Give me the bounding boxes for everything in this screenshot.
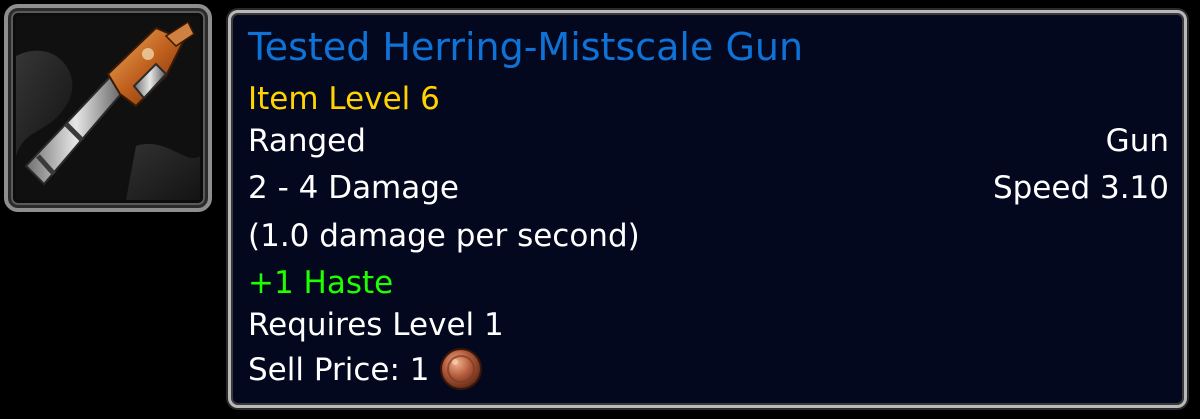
- gun-icon: [16, 16, 200, 200]
- item-tooltip: Tested Herring-Mistscale Gun Item Level …: [228, 10, 1187, 408]
- weapon-speed: Speed 3.10: [992, 170, 1169, 206]
- haste-stat: +1 Haste: [248, 265, 394, 301]
- item-name: Tested Herring-Mistscale Gun: [248, 25, 804, 69]
- item-level: Item Level 6: [248, 81, 440, 117]
- damage-per-second: (1.0 damage per second): [248, 218, 640, 254]
- sell-price-row: Sell Price: 1: [248, 347, 1169, 391]
- damage-row: 2 - 4 Damage Speed 3.10: [248, 170, 1169, 206]
- equip-slot: Ranged: [248, 123, 366, 159]
- slot-row: Ranged Gun: [248, 123, 1169, 159]
- level-requirement: Requires Level 1: [248, 307, 504, 343]
- copper-coin-icon: [440, 347, 483, 390]
- damage-range: 2 - 4 Damage: [248, 170, 460, 206]
- weapon-type: Gun: [1105, 123, 1169, 159]
- sell-price-label: Sell Price: 1: [248, 352, 430, 388]
- item-icon-frame[interactable]: [4, 4, 212, 212]
